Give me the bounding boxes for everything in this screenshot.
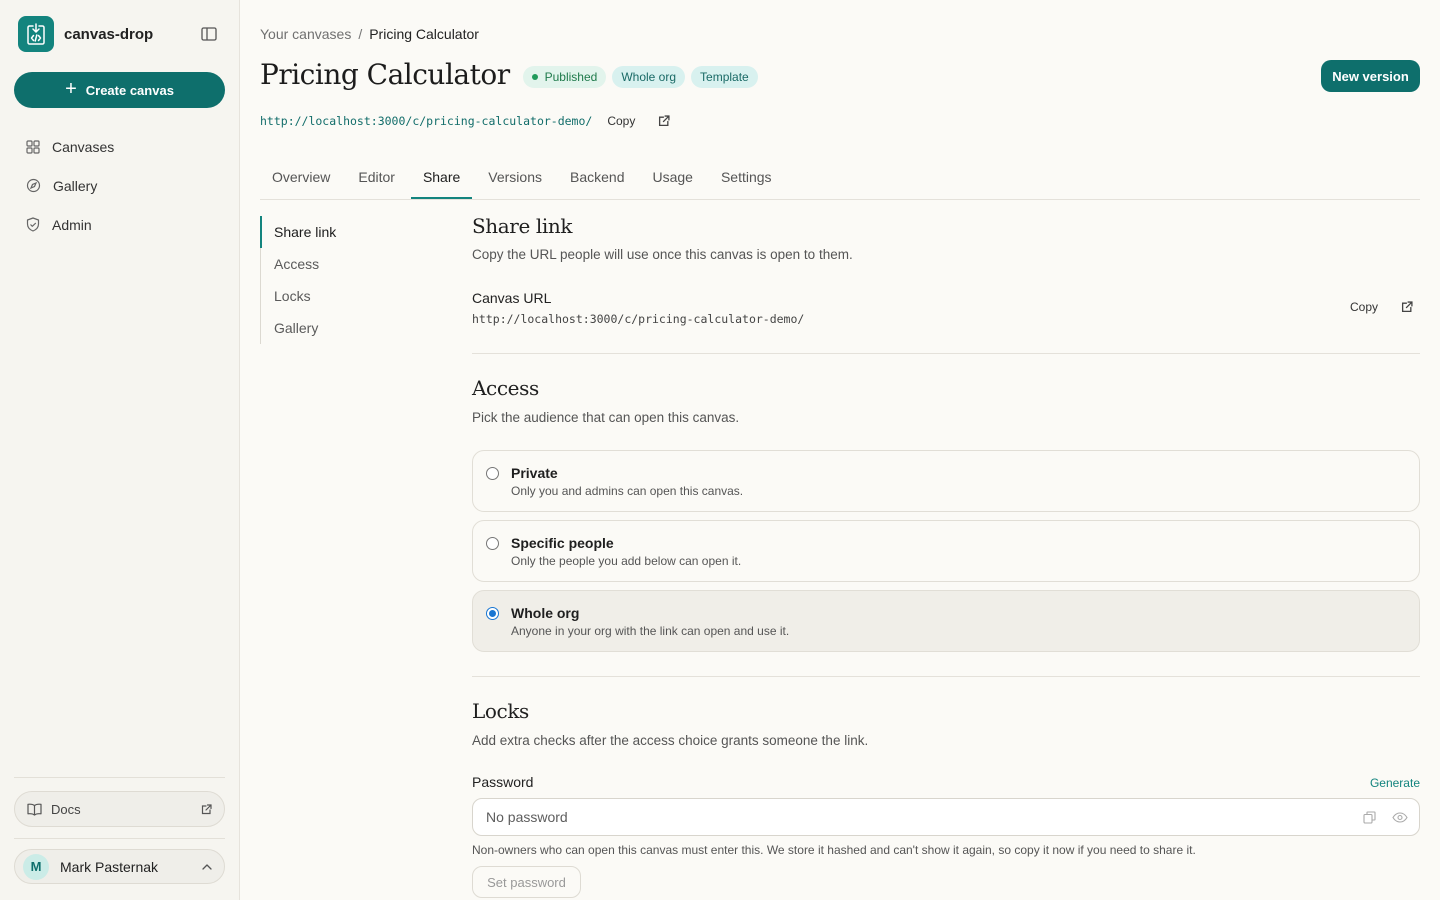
generate-password-link[interactable]: Generate xyxy=(1370,776,1420,790)
access-section: Access Pick the audience that can open t… xyxy=(472,376,739,425)
grid-icon xyxy=(26,139,40,154)
sidebar-item-canvases[interactable]: Canvases xyxy=(14,127,225,166)
section-divider xyxy=(472,676,1420,677)
locks-heading: Locks xyxy=(472,699,529,723)
access-option-specific-people[interactable]: Specific people Only the people you add … xyxy=(472,520,1420,582)
book-icon xyxy=(27,803,42,816)
status-badges: Published Whole org Template xyxy=(522,65,764,88)
access-description: Pick the audience that can open this can… xyxy=(472,410,740,425)
page-title: Pricing Calculator xyxy=(260,58,510,91)
docs-button[interactable]: Docs xyxy=(14,791,225,827)
option-title: Specific people xyxy=(511,535,614,551)
brand[interactable]: canvas-drop xyxy=(18,16,153,52)
locks-description: Add extra checks after the access choice… xyxy=(472,733,869,748)
eye-icon[interactable] xyxy=(1392,811,1408,823)
canvas-url-field: Canvas URL http://localhost:3000/c/prici… xyxy=(472,290,1420,326)
canvas-url-value: http://localhost:3000/c/pricing-calculat… xyxy=(472,312,805,326)
breadcrumb: Your canvases / Pricing Calculator xyxy=(260,26,479,42)
status-dot-icon xyxy=(531,73,538,80)
create-canvas-button[interactable]: + Create canvas xyxy=(14,72,225,108)
copy-url-button[interactable]: Copy xyxy=(607,114,635,128)
tab-versions[interactable]: Versions xyxy=(476,156,554,198)
option-description: Only the people you add below can open i… xyxy=(511,554,742,568)
section-nav-gallery[interactable]: Gallery xyxy=(261,312,411,344)
brand-logo-icon xyxy=(18,16,54,52)
sidebar-item-label: Gallery xyxy=(53,177,98,194)
option-title: Whole org xyxy=(511,605,580,621)
sidebar-item-gallery[interactable]: Gallery xyxy=(14,166,225,205)
password-input[interactable] xyxy=(486,809,1347,825)
brand-name: canvas-drop xyxy=(64,25,154,43)
section-nav: Share link Access Locks Gallery xyxy=(260,216,411,344)
shield-icon xyxy=(26,217,40,232)
option-description: Only you and admins can open this canvas… xyxy=(511,484,744,498)
tab-share[interactable]: Share xyxy=(410,156,473,199)
share-settings: Share link Copy the URL people will use … xyxy=(472,214,1420,898)
tab-overview[interactable]: Overview xyxy=(260,156,342,198)
breadcrumb-root-link[interactable]: Your canvases xyxy=(260,26,351,42)
share-link-description: Copy the URL people will use once this c… xyxy=(472,247,853,262)
tab-backend[interactable]: Backend xyxy=(558,156,636,198)
radio-private[interactable] xyxy=(486,467,499,480)
canvas-url-label: Canvas URL xyxy=(472,290,552,306)
tab-usage[interactable]: Usage xyxy=(640,156,704,198)
section-nav-share-link[interactable]: Share link xyxy=(260,216,411,248)
sidebar-item-label: Admin xyxy=(52,216,92,233)
option-title: Private xyxy=(511,465,558,481)
tab-bar: Overview Editor Share Versions Backend U… xyxy=(260,158,1420,200)
open-url-icon[interactable] xyxy=(658,115,670,127)
access-option-whole-org[interactable]: Whole org Anyone in your org with the li… xyxy=(472,590,1420,652)
breadcrumb-current: Pricing Calculator xyxy=(369,26,479,42)
user-menu-button[interactable]: M Mark Pasternak xyxy=(14,849,225,884)
canvas-url-actions: Copy xyxy=(1350,300,1413,314)
badge-label: Published xyxy=(544,69,598,84)
user-name: Mark Pasternak xyxy=(60,858,159,875)
chevron-up-icon xyxy=(202,863,212,870)
password-hint: Non-owners who can open this canvas must… xyxy=(472,843,1196,857)
canvas-url-link[interactable]: http://localhost:3000/c/pricing-calculat… xyxy=(260,114,592,128)
sidebar-toggle-icon[interactable] xyxy=(199,25,219,43)
badge-template: Template xyxy=(691,65,758,88)
tab-settings[interactable]: Settings xyxy=(709,156,784,198)
password-label: Password xyxy=(472,774,534,790)
docs-label: Docs xyxy=(51,801,81,817)
option-description: Anyone in your org with the link can ope… xyxy=(511,624,790,638)
sidebar-item-admin[interactable]: Admin xyxy=(14,205,225,244)
copy-canvas-url-button[interactable]: Copy xyxy=(1350,300,1378,314)
external-link-icon xyxy=(201,803,212,814)
sidebar-nav: Canvases Gallery Admin xyxy=(14,127,225,244)
main-content: Your canvases / Pricing Calculator Prici… xyxy=(240,0,1440,900)
title-row: Pricing Calculator Published Whole org T… xyxy=(260,58,764,91)
breadcrumb-separator: / xyxy=(358,26,363,42)
access-option-private[interactable]: Private Only you and admins can open thi… xyxy=(472,450,1420,512)
radio-specific-people[interactable] xyxy=(486,537,499,550)
status-badge-published: Published xyxy=(522,65,607,88)
sidebar-divider xyxy=(14,777,225,778)
section-nav-locks[interactable]: Locks xyxy=(261,280,411,312)
sidebar-item-label: Canvases xyxy=(52,138,115,155)
open-canvas-url-icon[interactable] xyxy=(1401,301,1413,313)
set-password-button[interactable]: Set password xyxy=(472,866,581,898)
tab-editor[interactable]: Editor xyxy=(346,156,407,198)
new-version-button[interactable]: New version xyxy=(1321,60,1420,92)
copy-icon[interactable] xyxy=(1363,810,1376,824)
section-divider xyxy=(472,353,1420,354)
locks-section: Locks Add extra checks after the access … xyxy=(472,699,868,748)
compass-icon xyxy=(26,178,41,193)
section-nav-access[interactable]: Access xyxy=(261,248,411,280)
password-field xyxy=(472,798,1420,836)
plus-icon: + xyxy=(65,78,77,100)
access-heading: Access xyxy=(472,376,539,400)
sidebar: canvas-drop + Create canvas Canvases Gal… xyxy=(0,0,240,900)
create-canvas-label: Create canvas xyxy=(85,82,174,98)
share-link-heading: Share link xyxy=(472,214,573,238)
sidebar-divider xyxy=(14,838,225,839)
radio-whole-org[interactable] xyxy=(486,607,499,620)
avatar: M xyxy=(23,853,49,880)
badge-whole-org: Whole org xyxy=(612,65,686,88)
header-url-row: http://localhost:3000/c/pricing-calculat… xyxy=(260,114,670,128)
